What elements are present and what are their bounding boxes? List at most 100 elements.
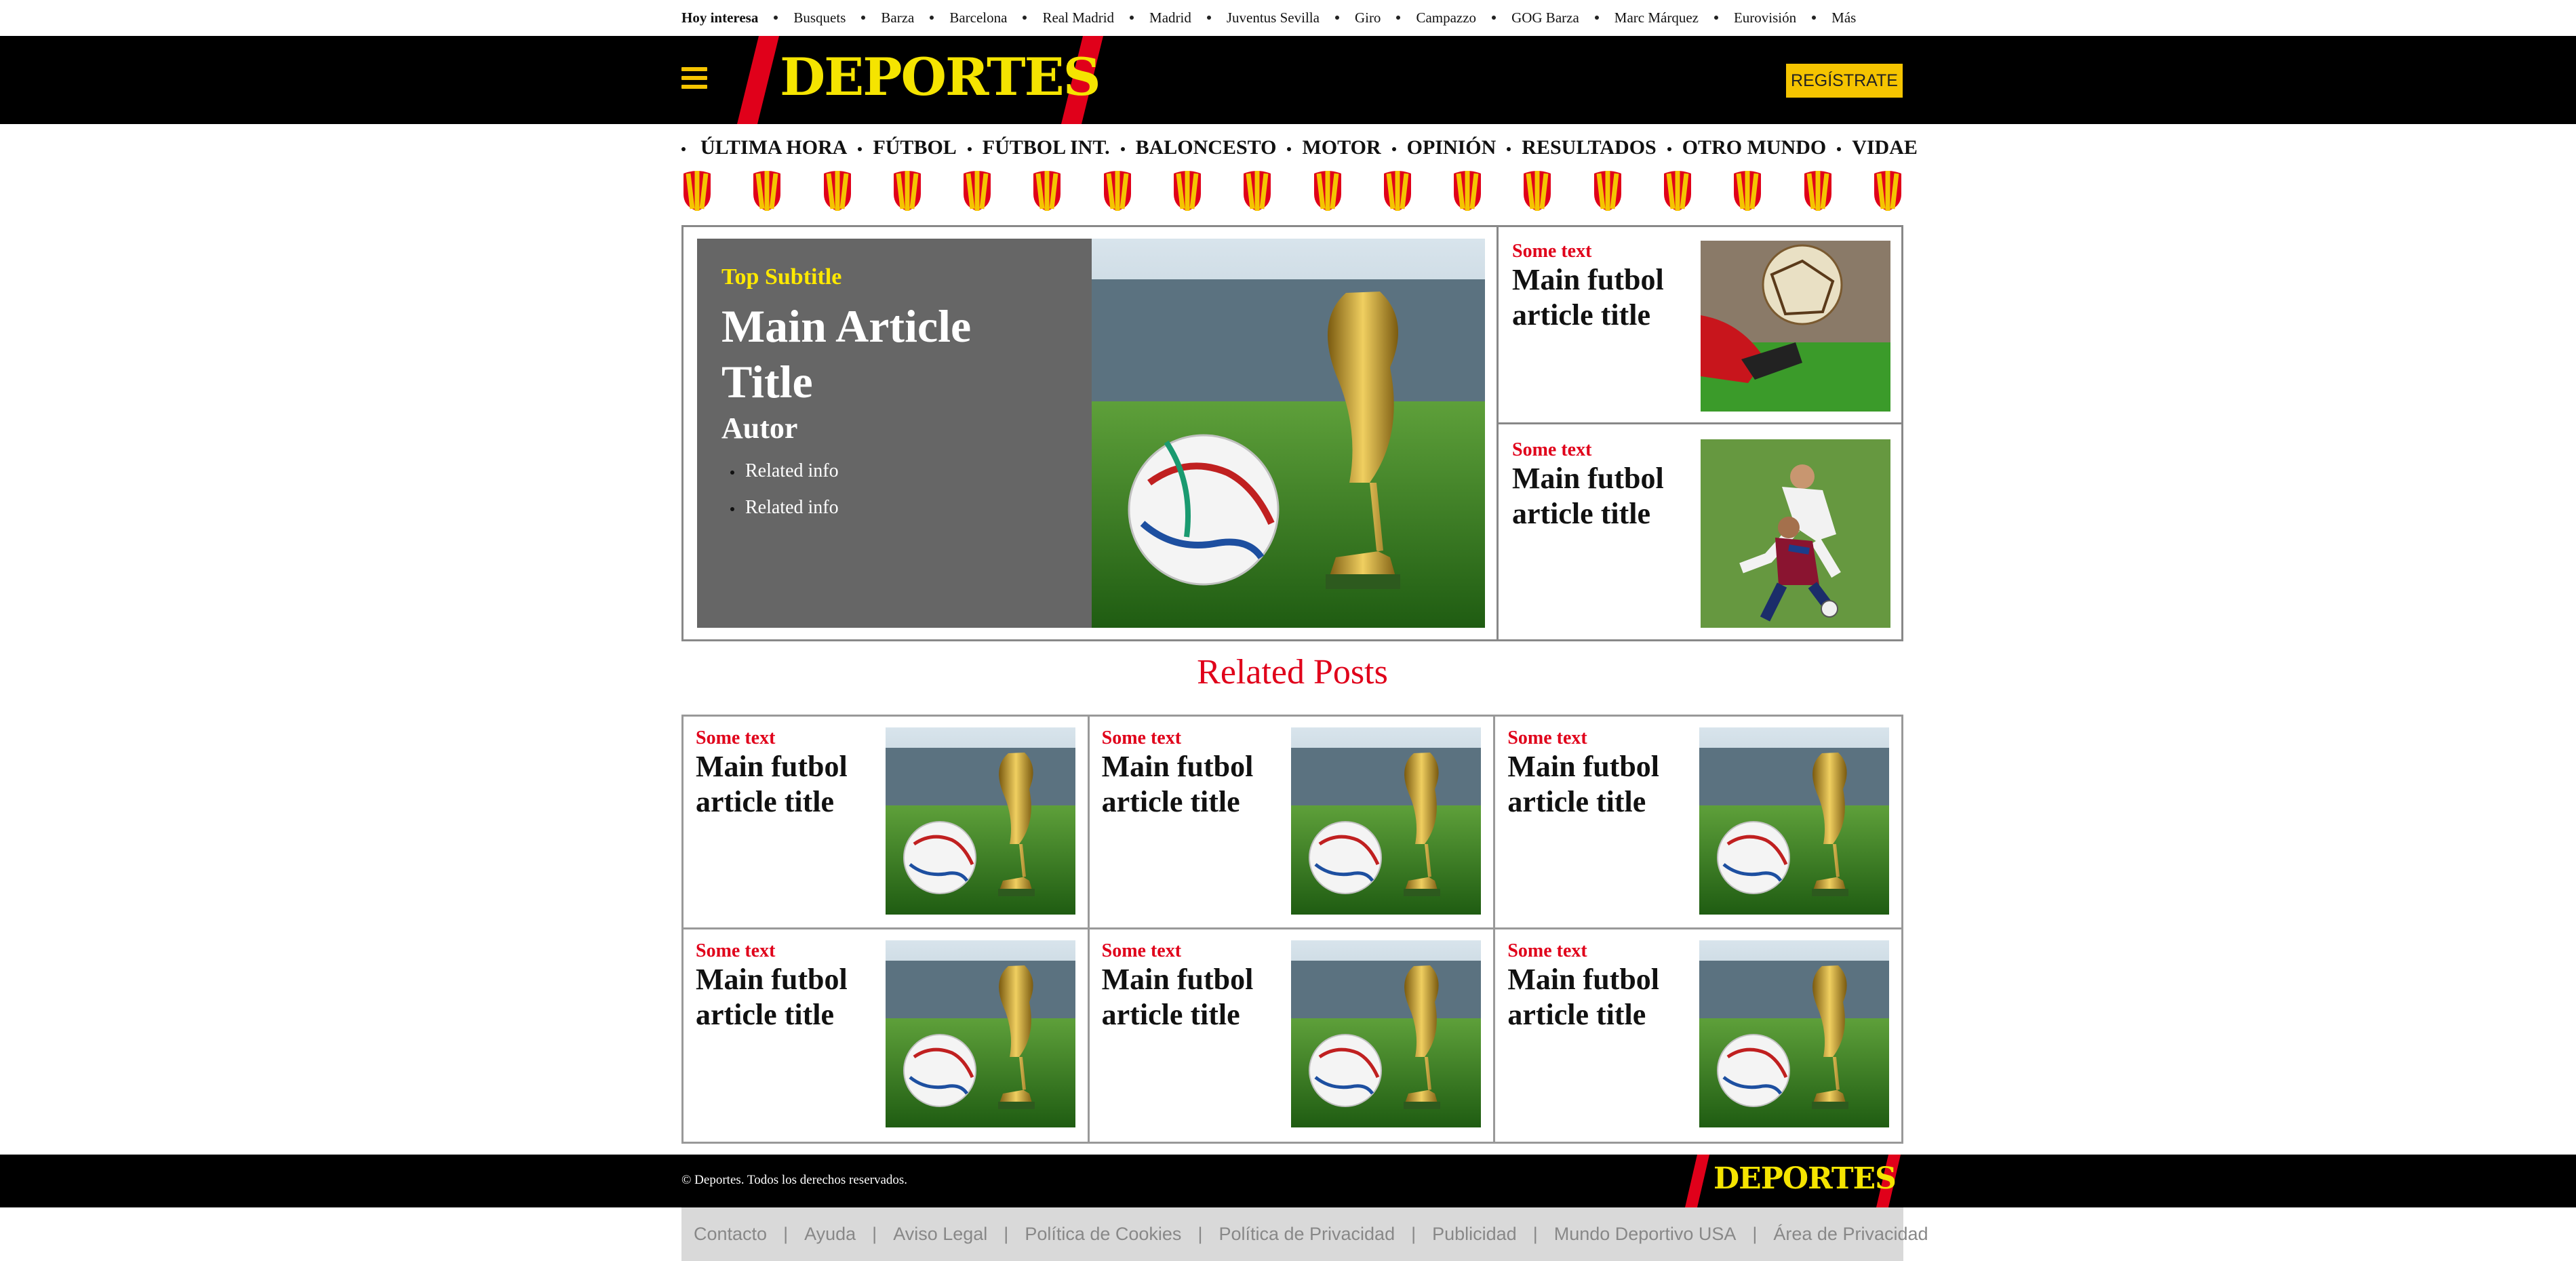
related-post-card[interactable]: Some text Main futbol article title: [1090, 929, 1496, 1142]
separator-dot: [1206, 16, 1211, 20]
nav-item[interactable]: OTRO MUNDO: [1682, 136, 1827, 159]
trending-link[interactable]: Real Madrid: [1042, 9, 1114, 26]
nav-item[interactable]: BALONCESTO: [1136, 136, 1277, 159]
separator-dot: [1812, 16, 1817, 20]
related-post-image[interactable]: [1699, 727, 1889, 915]
card-kicker: Some text: [696, 940, 776, 961]
trending-link[interactable]: Barza: [881, 9, 914, 26]
related-post-card[interactable]: Some text Main futbol article title: [1495, 717, 1901, 929]
card-kicker: Some text: [1507, 940, 1587, 961]
team-shield-icon[interactable]: [1172, 169, 1203, 212]
team-shield-icon[interactable]: [1452, 169, 1483, 212]
footer-link[interactable]: Mundo Deportivo USA: [1554, 1224, 1737, 1245]
team-shield-icon[interactable]: [1102, 169, 1133, 212]
trending-link[interactable]: Marc Márquez: [1614, 9, 1699, 26]
trending-link[interactable]: Giro: [1355, 9, 1381, 26]
related-info-item[interactable]: Related info: [728, 460, 1067, 482]
main-article[interactable]: Top Subtitle Main Article Title Autor Re…: [683, 227, 1499, 639]
related-post-card[interactable]: Some text Main futbol article title: [1495, 929, 1901, 1142]
link-separator: |: [1532, 1224, 1538, 1244]
footer-link[interactable]: Ayuda: [804, 1224, 856, 1245]
main-article-title[interactable]: Main Article Title: [721, 298, 1067, 409]
card-kicker: Some text: [1512, 439, 1592, 460]
footer-link[interactable]: Publicidad: [1432, 1224, 1517, 1245]
trending-link[interactable]: Campazzo: [1416, 9, 1476, 26]
related-post-image[interactable]: [1699, 940, 1889, 1127]
related-post-card[interactable]: Some text Main futbol article title: [683, 929, 1090, 1142]
team-shield-icon[interactable]: [1592, 169, 1623, 212]
trending-link[interactable]: Busquets: [793, 9, 846, 26]
site-logo[interactable]: DEPORTES: [729, 36, 1109, 124]
nav-dot: [1507, 147, 1511, 152]
footer-link[interactable]: Aviso Legal: [893, 1224, 987, 1245]
team-shield-icon[interactable]: [1732, 169, 1763, 212]
hamburger-icon[interactable]: [681, 67, 707, 89]
related-posts-grid: Some text Main futbol article title Some t…: [681, 715, 1903, 1144]
link-separator: |: [1752, 1224, 1758, 1244]
team-shield-icon[interactable]: [822, 169, 853, 212]
team-shield-icon[interactable]: [1382, 169, 1413, 212]
footer-logo[interactable]: DEPORTES: [1685, 1155, 1903, 1207]
footer-link[interactable]: Área de Privacidad: [1773, 1224, 1928, 1245]
team-shield-icon[interactable]: [892, 169, 923, 212]
card-title[interactable]: Main futbol article title: [1507, 749, 1697, 820]
nav-item[interactable]: VIDAE: [1852, 136, 1918, 159]
trending-link[interactable]: Juventus Sevilla: [1227, 9, 1320, 26]
related-info-item[interactable]: Related info: [728, 497, 1067, 519]
related-post-image[interactable]: [885, 727, 1075, 915]
trending-link[interactable]: Más: [1831, 9, 1856, 26]
footer-link[interactable]: Política de Cookies: [1025, 1224, 1181, 1245]
side-article-image[interactable]: [1701, 439, 1890, 628]
separator-dot: [1023, 16, 1027, 20]
main-article-image[interactable]: [1092, 239, 1485, 628]
card-title[interactable]: Main futbol article title: [1512, 461, 1695, 532]
related-post-image[interactable]: [885, 940, 1075, 1127]
trending-link[interactable]: Madrid: [1149, 9, 1191, 26]
card-title[interactable]: Main futbol article title: [1102, 749, 1292, 820]
trending-link[interactable]: GOG Barza: [1511, 9, 1579, 26]
nav-item[interactable]: FÚTBOL INT.: [983, 136, 1110, 159]
register-button[interactable]: REGÍSTRATE: [1786, 64, 1903, 98]
team-shield-icon[interactable]: [751, 169, 782, 212]
site-header: DEPORTES REGÍSTRATE: [0, 36, 2576, 124]
section-nav: ÚLTIMA HORA FÚTBOL FÚTBOL INT. BALONCESTO MO…: [681, 133, 1918, 163]
footer-link[interactable]: Política de Privacidad: [1218, 1224, 1395, 1245]
trending-link[interactable]: Barcelona: [949, 9, 1007, 26]
card-title[interactable]: Main futbol article title: [1102, 962, 1292, 1033]
footer-logo-text: DEPORTES: [1713, 1161, 1897, 1196]
footer-link[interactable]: Contacto: [694, 1224, 767, 1245]
team-shield-icon[interactable]: [1031, 169, 1063, 212]
separator-dot: [1130, 16, 1134, 20]
card-title[interactable]: Main futbol article title: [696, 749, 886, 820]
team-shield-icon[interactable]: [681, 169, 713, 212]
team-shield-icon[interactable]: [1872, 169, 1903, 212]
team-shield-icon[interactable]: [1242, 169, 1273, 212]
side-article-card[interactable]: Some text Main futbol article title: [1499, 227, 1901, 424]
nav-item[interactable]: MOTOR: [1302, 136, 1381, 159]
card-title[interactable]: Main futbol article title: [696, 962, 886, 1033]
main-article-subtitle: Top Subtitle: [721, 264, 842, 289]
team-shield-icon[interactable]: [962, 169, 993, 212]
team-shield-icon[interactable]: [1662, 169, 1693, 212]
related-post-card[interactable]: Some text Main futbol article title: [1089, 717, 1496, 929]
nav-item[interactable]: OPINIÓN: [1407, 136, 1497, 159]
side-article-card[interactable]: Some text Main futbol article title: [1499, 426, 1901, 628]
related-post-image[interactable]: [1291, 727, 1482, 915]
nav-dot: [1391, 147, 1396, 152]
side-article-image[interactable]: [1701, 241, 1890, 412]
team-shield-icon[interactable]: [1802, 169, 1834, 212]
nav-item[interactable]: FÚTBOL: [873, 136, 956, 159]
trending-bar: Hoy interesa Busquets Barza Barcelona Real …: [681, 0, 1903, 35]
related-post-card[interactable]: Some text Main futbol article title: [683, 717, 1090, 929]
main-article-author: Autor: [721, 412, 798, 445]
nav-item[interactable]: ÚLTIMA HORA: [700, 136, 847, 159]
team-shield-icon[interactable]: [1312, 169, 1343, 212]
related-post-image[interactable]: [1291, 940, 1482, 1127]
separator-dot: [1334, 16, 1339, 20]
nav-item[interactable]: RESULTADOS: [1522, 136, 1656, 159]
card-title[interactable]: Main futbol article title: [1512, 262, 1695, 333]
link-separator: |: [783, 1224, 789, 1244]
trending-link[interactable]: Eurovisión: [1734, 9, 1796, 26]
card-title[interactable]: Main futbol article title: [1507, 962, 1697, 1033]
team-shield-icon[interactable]: [1522, 169, 1553, 212]
